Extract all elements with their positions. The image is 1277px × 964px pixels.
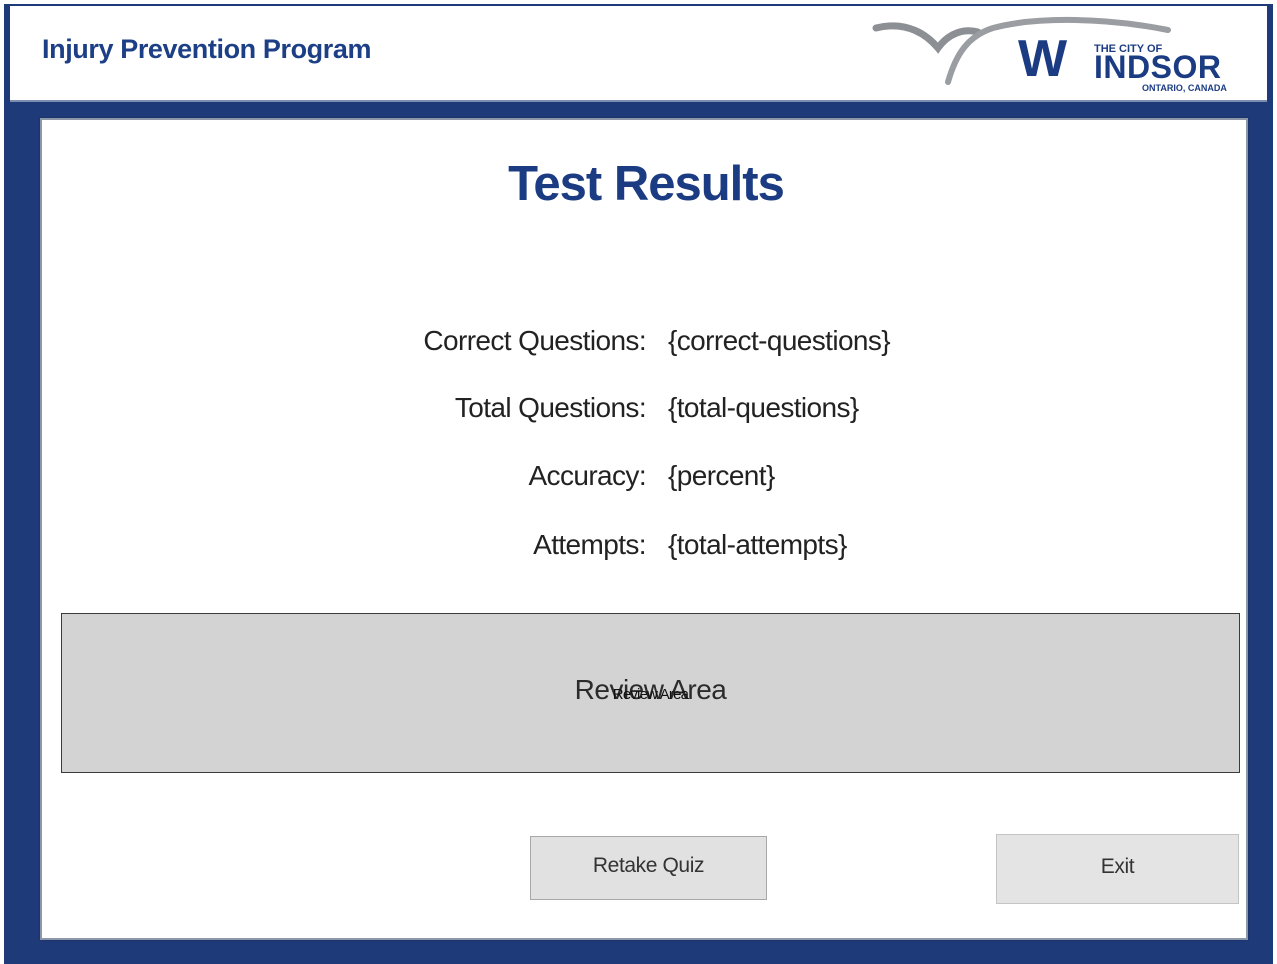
- windsor-logo: W THE CITY OF INDSOR ONTARIO, CANADA: [868, 14, 1258, 94]
- logo-w-letter: W: [1018, 30, 1068, 88]
- review-area-label-small: Review Area: [612, 686, 689, 703]
- stat-row-correct: Correct Questions: {correct-questions}: [42, 325, 1250, 365]
- stat-label: Accuracy:: [528, 460, 646, 491]
- app-title: Injury Prevention Program: [42, 34, 372, 64]
- stat-label: Correct Questions:: [423, 325, 646, 356]
- stat-value: {total-attempts}: [668, 529, 847, 560]
- stat-row-attempts: Attempts: {total-attempts}: [42, 529, 1250, 569]
- stat-value: {correct-questions}: [668, 325, 891, 356]
- stat-value: {percent}: [668, 460, 775, 491]
- exit-button[interactable]: Exit: [996, 834, 1239, 904]
- results-panel: Test Results Correct Questions: {correct…: [40, 118, 1248, 940]
- stat-value: {total-questions}: [668, 392, 859, 423]
- logo-line3: ONTARIO, CANADA: [1142, 83, 1227, 93]
- svg-text:INDSOR: INDSOR: [1094, 49, 1221, 85]
- retake-quiz-button[interactable]: Retake Quiz: [530, 836, 767, 900]
- app-header: Injury Prevention Program W THE CITY OF …: [10, 6, 1267, 102]
- page-title: Test Results: [508, 157, 785, 211]
- stat-row-total: Total Questions: {total-questions}: [42, 392, 1250, 432]
- stat-label: Total Questions:: [454, 392, 647, 423]
- review-area[interactable]: Review Area Review Area: [61, 613, 1240, 773]
- app-frame: Injury Prevention Program W THE CITY OF …: [4, 4, 1273, 964]
- stat-row-accuracy: Accuracy: {percent}: [42, 460, 1250, 500]
- stat-label: Attempts:: [533, 529, 646, 560]
